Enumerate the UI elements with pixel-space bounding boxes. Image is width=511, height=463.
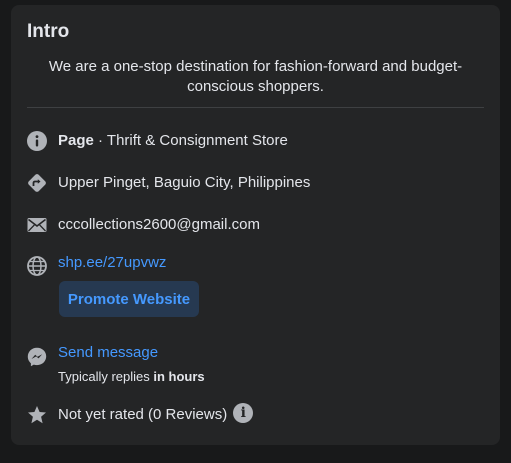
send-message-link[interactable]: Send message	[58, 343, 158, 363]
reply-prefix: Typically replies	[58, 369, 154, 384]
intro-bio: We are a one-stop destination for fashio…	[48, 58, 463, 95]
page-category-value: Thrift & Consignment Store	[106, 132, 288, 149]
page-label: Page	[58, 132, 94, 149]
email-text[interactable]: cccollections2600@gmail.com	[58, 215, 260, 235]
intro-card: Intro We are a one-stop destination for …	[11, 5, 500, 445]
reply-time-text: Typically replies in hours	[58, 369, 205, 384]
messenger-icon	[27, 347, 47, 367]
reply-time-value: in hours	[153, 369, 205, 384]
address-text: Upper Pinget, Baguio City, Philippines	[58, 174, 311, 191]
promote-website-button[interactable]: Promote Website	[59, 281, 199, 317]
page-category-text: Page · Thrift & Consignment Store	[58, 131, 288, 151]
rating-label: Not yet rated (0 Reviews)	[58, 406, 228, 423]
globe-icon	[27, 256, 47, 276]
website-link[interactable]: shp.ee/27upvwz	[58, 253, 166, 273]
rating-text: Not yet rated (0 Reviews) i	[58, 403, 254, 425]
page-separator: ·	[93, 132, 107, 149]
star-icon	[27, 405, 47, 425]
info-icon	[27, 131, 47, 151]
directions-icon	[27, 173, 47, 193]
mail-icon	[27, 215, 47, 235]
intro-title: Intro	[27, 21, 70, 42]
divider	[27, 107, 484, 108]
rating-info-icon[interactable]: i	[233, 403, 254, 424]
